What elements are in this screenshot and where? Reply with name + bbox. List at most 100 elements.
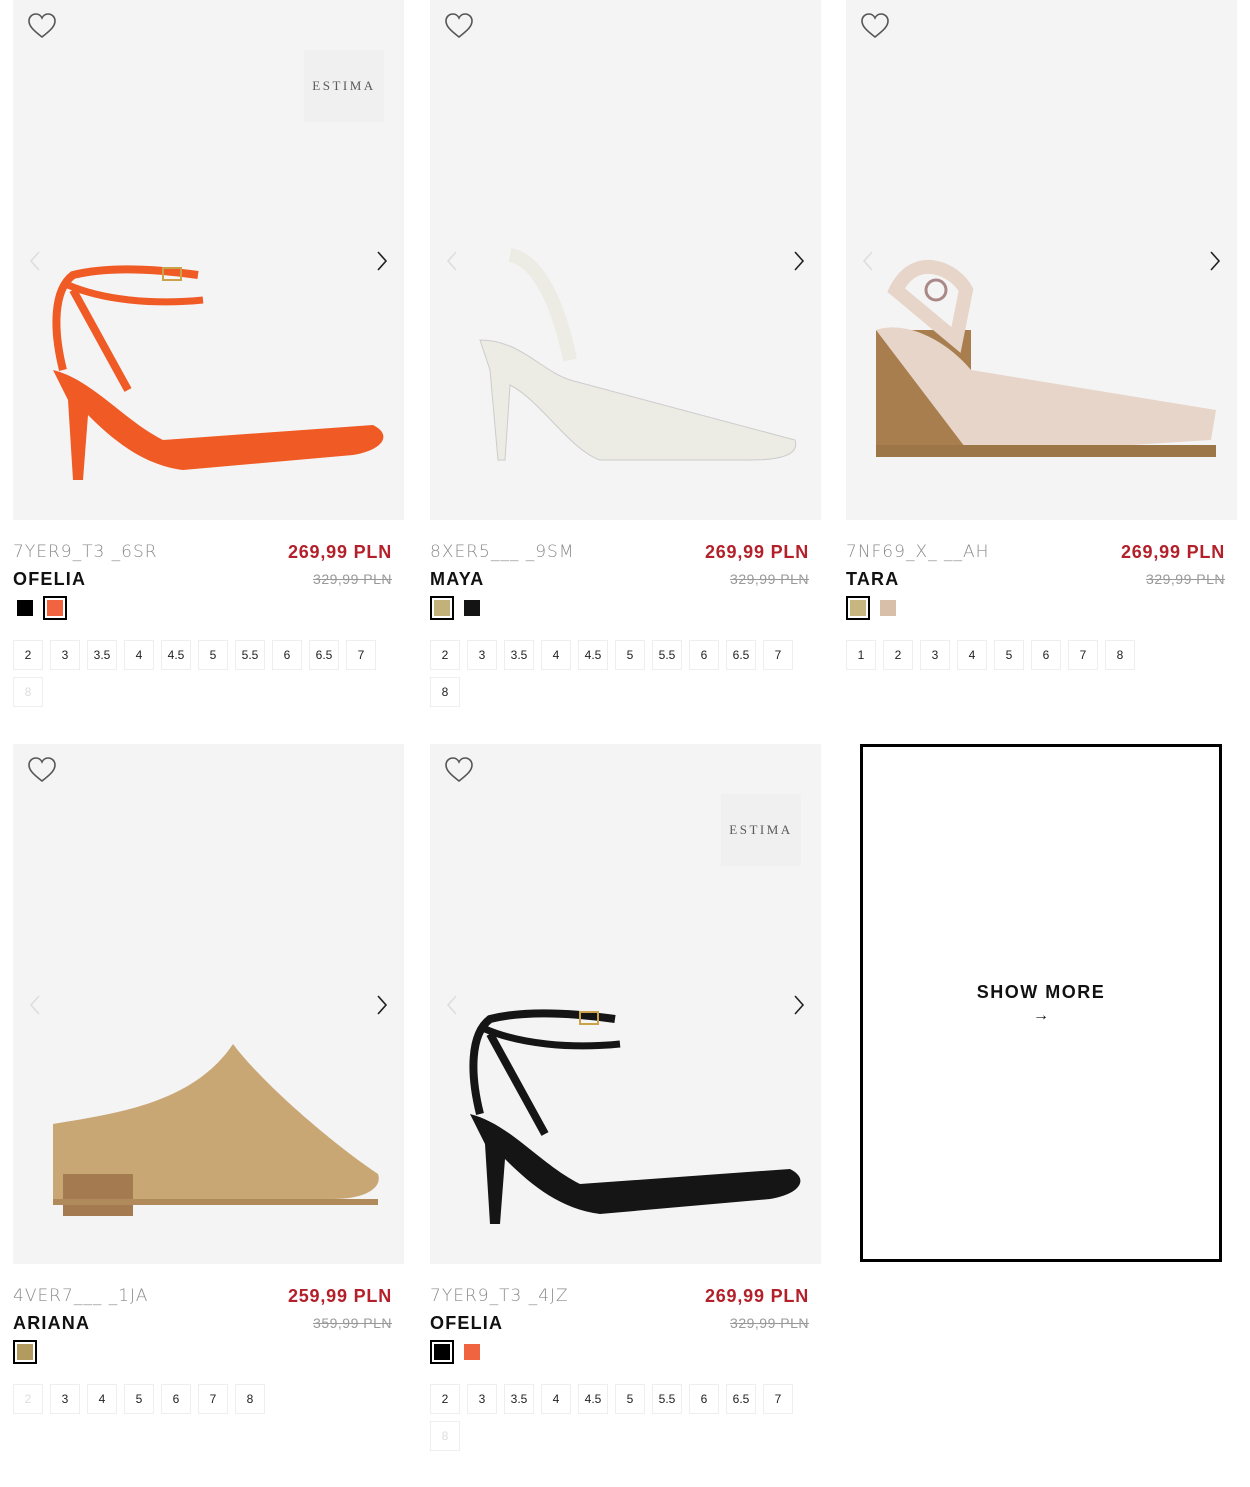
heart-icon[interactable]	[27, 756, 57, 784]
color-swatches	[846, 596, 900, 620]
product-card[interactable]: 4VER7___ _1JA 259,99 PLN ARIANA 359,99 PLN 2…	[13, 744, 404, 1414]
chevron-right-icon[interactable]	[1205, 246, 1225, 276]
product-old-price: 329,99 PLN	[730, 1315, 809, 1331]
size-list: 2 3 3.5 4 4.5 5 5.5 6 6.5 7 8	[430, 1384, 821, 1451]
heart-icon[interactable]	[444, 756, 474, 784]
size-option[interactable]: 4	[87, 1384, 117, 1414]
color-swatch[interactable]	[13, 1340, 37, 1364]
size-option[interactable]: 5	[615, 640, 645, 670]
size-option[interactable]: 7	[198, 1384, 228, 1414]
product-card[interactable]: ESTIMA 7YER9_T3 _6SR 269,99 PLN OFELIA 329,9…	[13, 0, 404, 707]
size-option[interactable]: 3	[50, 640, 80, 670]
product-card[interactable]: 8XER5___ _9SM 269,99 PLN MAYA 329,99 PLN 2 3 3…	[430, 0, 821, 707]
chevron-right-icon[interactable]	[372, 990, 392, 1020]
size-option[interactable]: 2	[430, 1384, 460, 1414]
size-option[interactable]: 2	[883, 640, 913, 670]
chevron-left-icon[interactable]	[858, 246, 878, 276]
size-option[interactable]: 4	[957, 640, 987, 670]
size-option[interactable]: 2	[430, 640, 460, 670]
chevron-right-icon[interactable]	[372, 246, 392, 276]
product-name[interactable]: ARIANA	[13, 1313, 90, 1334]
heart-icon[interactable]	[27, 12, 57, 40]
size-option[interactable]: 8	[1105, 640, 1135, 670]
size-option[interactable]: 2	[13, 1384, 43, 1414]
product-old-price: 329,99 PLN	[313, 571, 392, 587]
size-list: 2 3 3.5 4 4.5 5 5.5 6 6.5 7 8	[13, 640, 404, 707]
size-option[interactable]: 8	[430, 677, 460, 707]
color-swatches	[13, 596, 67, 620]
product-old-price: 329,99 PLN	[1146, 571, 1225, 587]
size-option[interactable]: 6	[689, 640, 719, 670]
size-option[interactable]: 8	[430, 1421, 460, 1451]
size-option[interactable]: 5.5	[235, 640, 265, 670]
size-option[interactable]: 3	[467, 640, 497, 670]
size-option[interactable]: 6.5	[309, 640, 339, 670]
product-card[interactable]: ESTIMA 7YER9_T3 _4JZ 269,99 PLN OFELIA 329,9…	[430, 744, 821, 1451]
show-more-label: SHOW MORE	[976, 981, 1106, 1002]
chevron-left-icon[interactable]	[442, 246, 462, 276]
size-option[interactable]: 4	[541, 640, 571, 670]
size-option[interactable]: 4	[124, 640, 154, 670]
product-card[interactable]: 7NF69_X_ __AH 269,99 PLN TARA 329,99 PLN 1 2 3…	[846, 0, 1237, 670]
size-option[interactable]: 3.5	[504, 1384, 534, 1414]
chevron-left-icon[interactable]	[25, 990, 45, 1020]
size-option[interactable]: 2	[13, 640, 43, 670]
product-image[interactable]: ESTIMA	[430, 744, 821, 1264]
size-option[interactable]: 6.5	[726, 1384, 756, 1414]
size-option[interactable]: 6	[272, 640, 302, 670]
chevron-left-icon[interactable]	[25, 246, 45, 276]
size-option[interactable]: 3.5	[504, 640, 534, 670]
size-option[interactable]: 5	[994, 640, 1024, 670]
size-option[interactable]: 6.5	[726, 640, 756, 670]
product-price: 269,99 PLN	[287, 542, 392, 562]
heart-icon[interactable]	[860, 12, 890, 40]
size-option[interactable]: 8	[13, 677, 43, 707]
size-option[interactable]: 4.5	[578, 1384, 608, 1414]
size-option[interactable]: 4.5	[578, 640, 608, 670]
size-option[interactable]: 6	[1031, 640, 1061, 670]
size-option[interactable]: 3	[467, 1384, 497, 1414]
color-swatch[interactable]	[430, 1340, 454, 1364]
size-option[interactable]: 5	[124, 1384, 154, 1414]
size-option[interactable]: 5.5	[652, 1384, 682, 1414]
size-option[interactable]: 8	[235, 1384, 265, 1414]
size-option[interactable]: 5	[615, 1384, 645, 1414]
product-name[interactable]: MAYA	[430, 569, 485, 590]
color-swatch[interactable]	[846, 596, 870, 620]
product-image[interactable]	[846, 0, 1237, 520]
heart-icon[interactable]	[444, 12, 474, 40]
show-more-button[interactable]: SHOW MORE →	[860, 744, 1222, 1262]
color-swatch[interactable]	[430, 596, 454, 620]
product-name[interactable]: OFELIA	[13, 569, 86, 590]
size-option[interactable]: 1	[846, 640, 876, 670]
size-option[interactable]: 7	[763, 640, 793, 670]
size-option[interactable]: 4	[541, 1384, 571, 1414]
size-option[interactable]: 6	[161, 1384, 191, 1414]
size-option[interactable]: 3.5	[87, 640, 117, 670]
product-image[interactable]	[430, 0, 821, 520]
size-option[interactable]: 7	[1068, 640, 1098, 670]
chevron-right-icon[interactable]	[789, 990, 809, 1020]
product-name[interactable]: OFELIA	[430, 1313, 503, 1334]
size-option[interactable]: 5.5	[652, 640, 682, 670]
product-old-price: 359,99 PLN	[313, 1315, 392, 1331]
color-swatch[interactable]	[43, 596, 67, 620]
product-image[interactable]: ESTIMA	[13, 0, 404, 520]
color-swatch[interactable]	[460, 596, 484, 620]
size-option[interactable]: 3	[50, 1384, 80, 1414]
size-option[interactable]: 6	[689, 1384, 719, 1414]
color-swatches	[430, 596, 484, 620]
size-option[interactable]: 7	[346, 640, 376, 670]
size-option[interactable]: 4.5	[161, 640, 191, 670]
size-option[interactable]: 3	[920, 640, 950, 670]
color-swatch[interactable]	[460, 1340, 484, 1364]
product-name[interactable]: TARA	[846, 569, 899, 590]
size-option[interactable]: 5	[198, 640, 228, 670]
product-sku: 4VER7___ _1JA	[13, 1286, 149, 1306]
product-image[interactable]	[13, 744, 404, 1264]
chevron-left-icon[interactable]	[442, 990, 462, 1020]
color-swatch[interactable]	[13, 596, 37, 620]
chevron-right-icon[interactable]	[789, 246, 809, 276]
size-option[interactable]: 7	[763, 1384, 793, 1414]
color-swatch[interactable]	[876, 596, 900, 620]
